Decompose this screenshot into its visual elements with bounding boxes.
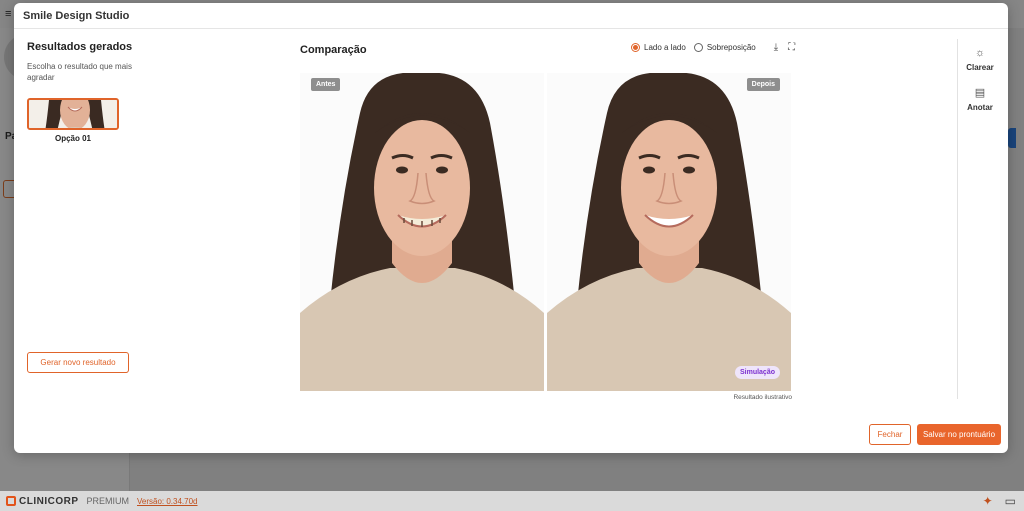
simulation-badge: Simulação	[734, 366, 780, 379]
view-mode-options: Lado a lado Sobreposição ⤓ ⛶	[631, 42, 795, 53]
before-photo: Antes	[300, 73, 544, 391]
whiten-tool[interactable]: ☼ Clarear	[960, 47, 1000, 72]
after-photo: Depois Simulação	[547, 73, 791, 391]
clinicorp-logo-icon	[6, 496, 16, 506]
after-face-image	[547, 73, 791, 391]
annotate-label: Anotar	[967, 103, 993, 112]
save-to-record-button[interactable]: Salvar no prontuário	[917, 424, 1001, 445]
fullscreen-icon[interactable]: ⛶	[788, 42, 795, 53]
view-mode-label: Lado a lado	[644, 43, 686, 52]
chat-icon[interactable]: ▭	[1005, 494, 1016, 508]
whiten-label: Clarear	[966, 63, 994, 72]
results-title: Resultados gerados	[27, 41, 133, 53]
version-link[interactable]: Versão: 0.34.70d	[137, 497, 198, 506]
modal-header: Smile Design Studio	[14, 3, 1008, 29]
generate-new-result-button[interactable]: Gerar novo resultado	[27, 352, 129, 373]
view-mode-overlay[interactable]: Sobreposição	[693, 43, 756, 52]
results-subtitle: Escolha o resultado que mais agradar	[27, 62, 132, 82]
after-tag: Depois	[746, 78, 780, 91]
view-mode-side-by-side[interactable]: Lado a lado	[631, 43, 686, 52]
radio-selected-icon[interactable]	[631, 43, 640, 52]
illustrative-note: Resultado ilustrativo	[733, 394, 792, 401]
compass-icon[interactable]: ✦	[983, 494, 993, 508]
before-face-image	[300, 73, 544, 391]
side-divider	[957, 39, 958, 399]
download-icon[interactable]: ⤓	[774, 42, 778, 53]
modal-title: Smile Design Studio	[23, 9, 130, 22]
app-footer: CLINICORP PREMIUM Versão: 0.34.70d ✦ ▭	[0, 491, 1024, 511]
smile-design-modal: Smile Design Studio Resultados gerados E…	[14, 3, 1008, 453]
sun-icon: ☼	[974, 47, 986, 59]
plan-label: PREMIUM	[86, 496, 130, 506]
note-icon: ▤	[974, 87, 986, 99]
thumbnail-face-image	[29, 100, 117, 128]
comparison-title: Comparação	[300, 44, 367, 56]
view-mode-label: Sobreposição	[706, 43, 756, 52]
close-button[interactable]: Fechar	[869, 424, 911, 445]
annotate-tool[interactable]: ▤ Anotar	[960, 86, 1000, 112]
result-option-label: Opção 01	[54, 134, 91, 143]
radio-unselected-icon[interactable]	[693, 43, 703, 52]
brand-name: CLINICORP	[19, 495, 79, 507]
results-panel: Resultados gerados Escolha o resultado q…	[27, 41, 257, 143]
before-tag: Antes	[311, 78, 341, 91]
result-option-thumbnail[interactable]	[27, 98, 119, 130]
